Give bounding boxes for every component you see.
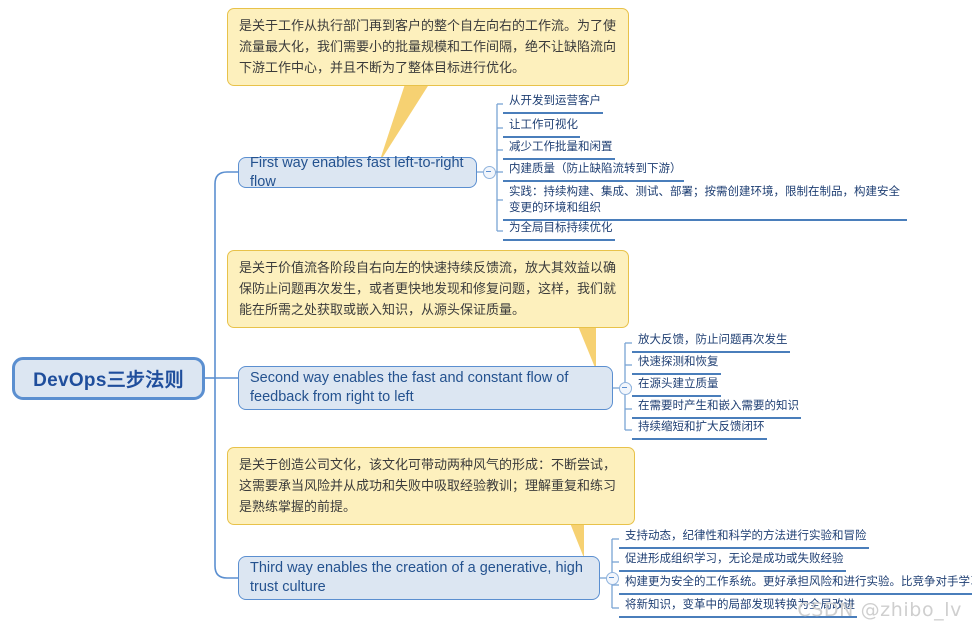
collapse-toggle-second-way[interactable] <box>619 382 632 395</box>
note-third-way-text: 是关于创造公司文化，该文化可带动两种风气的形成：不断尝试，这需要承当风险并从成功… <box>239 458 617 515</box>
note-second-way-text: 是关于价值流各阶段自右向左的快速持续反馈流，放大其效益以确保防止问题再次发生，或… <box>239 261 617 318</box>
root-node[interactable]: DevOps三步法则 <box>12 357 205 400</box>
leaf-item[interactable]: 构建更为安全的工作系统。更好承担风险和进行实验。比竞争对手学习更快 <box>619 570 972 595</box>
watermark: CSDN @zhibo_lv <box>797 599 962 621</box>
leaf-item[interactable]: 实践：持续构建、集成、测试、部署；按需创建环境，限制在制品，构建安全变更的环境和… <box>503 180 907 221</box>
mindmap-canvas: DevOps三步法则 是关于工作从执行部门再到客户的整个自左向右的工作流。为了使… <box>0 0 972 629</box>
branch-node-third-way[interactable]: Third way enables the creation of a gene… <box>238 556 600 600</box>
note-first-way[interactable]: 是关于工作从执行部门再到客户的整个自左向右的工作流。为了使流量最大化，我们需要小… <box>227 8 629 86</box>
note-third-way[interactable]: 是关于创造公司文化，该文化可带动两种风气的形成：不断尝试，这需要承当风险并从成功… <box>227 447 635 525</box>
leaf-item[interactable]: 支持动态，纪律性和科学的方法进行实验和冒险 <box>619 524 869 549</box>
collapse-toggle-third-way[interactable] <box>606 572 619 585</box>
leaf-item[interactable]: 内建质量（防止缺陷流转到下游） <box>503 157 684 182</box>
root-node-label: DevOps三步法则 <box>33 370 184 391</box>
branch-node-third-way-label: Third way enables the creation of a gene… <box>250 560 583 595</box>
note-first-way-text: 是关于工作从执行部门再到客户的整个自左向右的工作流。为了使流量最大化，我们需要小… <box>239 19 617 76</box>
leaf-item[interactable]: 促进形成组织学习，无论是成功或失败经验 <box>619 547 846 572</box>
note-second-way[interactable]: 是关于价值流各阶段自右向左的快速持续反馈流，放大其效益以确保防止问题再次发生，或… <box>227 250 629 328</box>
collapse-toggle-first-way[interactable] <box>483 166 496 179</box>
leaf-item[interactable]: 持续缩短和扩大反馈闭环 <box>632 415 767 440</box>
branch-node-first-way-label: First way enables fast left-to-right flo… <box>250 154 464 190</box>
branch-node-first-way[interactable]: First way enables fast left-to-right flo… <box>238 155 477 190</box>
leaf-item[interactable]: 为全局目标持续优化 <box>503 216 615 241</box>
branch-node-second-way-label: Second way enables the fast and constant… <box>250 370 569 405</box>
leaf-item[interactable]: 从开发到运营客户 <box>503 89 603 114</box>
branch-node-second-way[interactable]: Second way enables the fast and constant… <box>238 366 613 410</box>
